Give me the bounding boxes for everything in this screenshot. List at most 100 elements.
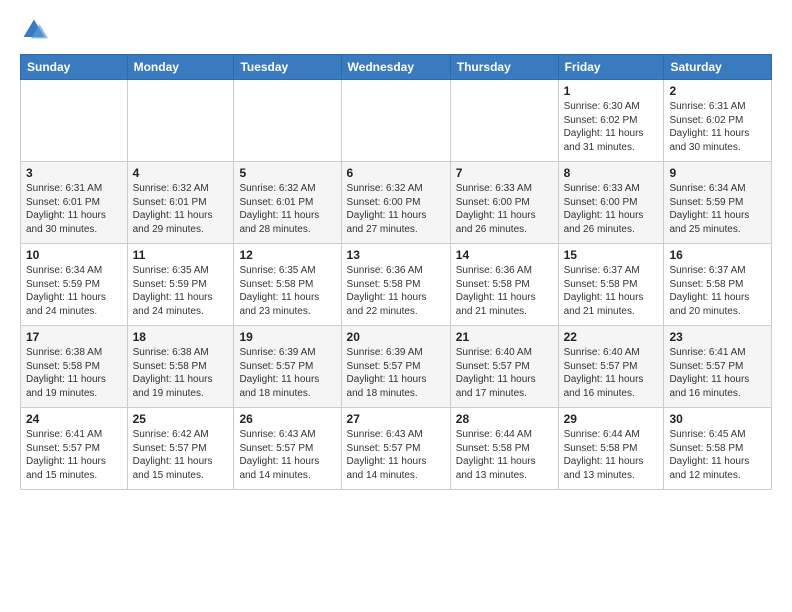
calendar-cell	[341, 80, 450, 162]
calendar-week-1: 1 Sunrise: 6:30 AM Sunset: 6:02 PM Daylig…	[21, 80, 772, 162]
calendar-cell: 15 Sunrise: 6:37 AM Sunset: 5:58 PM Dayli…	[558, 244, 664, 326]
day-number: 20	[347, 330, 445, 344]
calendar-cell: 21 Sunrise: 6:40 AM Sunset: 5:57 PM Dayli…	[450, 326, 558, 408]
day-info: Sunrise: 6:41 AM Sunset: 5:57 PM Dayligh…	[26, 428, 122, 482]
calendar-cell: 5 Sunrise: 6:32 AM Sunset: 6:01 PM Daylig…	[234, 162, 341, 244]
day-info: Sunrise: 6:33 AM Sunset: 6:00 PM Dayligh…	[564, 182, 659, 236]
day-number: 5	[239, 166, 335, 180]
day-info: Sunrise: 6:30 AM Sunset: 6:02 PM Dayligh…	[564, 100, 659, 154]
day-number: 25	[133, 412, 229, 426]
day-info: Sunrise: 6:37 AM Sunset: 5:58 PM Dayligh…	[564, 264, 659, 318]
calendar-cell	[21, 80, 128, 162]
day-number: 27	[347, 412, 445, 426]
day-number: 22	[564, 330, 659, 344]
calendar-cell: 14 Sunrise: 6:36 AM Sunset: 5:58 PM Dayli…	[450, 244, 558, 326]
calendar-cell: 29Sunrise: 6:44 AM Sunset: 5:58 PM Dayli…	[558, 408, 664, 490]
day-number: 9	[669, 166, 766, 180]
day-info: Sunrise: 6:43 AM Sunset: 5:57 PM Dayligh…	[347, 428, 445, 482]
weekday-header-saturday: Saturday	[664, 55, 772, 80]
calendar-week-2: 3 Sunrise: 6:31 AM Sunset: 6:01 PM Daylig…	[21, 162, 772, 244]
day-number: 14	[456, 248, 553, 262]
day-info: Sunrise: 6:31 AM Sunset: 6:01 PM Dayligh…	[26, 182, 122, 236]
calendar-cell: 27 Sunrise: 6:43 AM Sunset: 5:57 PM Dayli…	[341, 408, 450, 490]
day-number: 2	[669, 84, 766, 98]
calendar-cell: 18 Sunrise: 6:38 AM Sunset: 5:58 PM Dayli…	[127, 326, 234, 408]
calendar-cell: 22 Sunrise: 6:40 AM Sunset: 5:57 PM Dayli…	[558, 326, 664, 408]
day-number: 4	[133, 166, 229, 180]
day-number: 7	[456, 166, 553, 180]
calendar-cell: 4 Sunrise: 6:32 AM Sunset: 6:01 PM Daylig…	[127, 162, 234, 244]
weekday-header-sunday: Sunday	[21, 55, 128, 80]
day-info: Sunrise: 6:32 AM Sunset: 6:01 PM Dayligh…	[239, 182, 335, 236]
calendar-cell: 13Sunrise: 6:36 AM Sunset: 5:58 PM Dayli…	[341, 244, 450, 326]
day-info: Sunrise: 6:39 AM Sunset: 5:57 PM Dayligh…	[239, 346, 335, 400]
calendar-cell: 1 Sunrise: 6:30 AM Sunset: 6:02 PM Daylig…	[558, 80, 664, 162]
day-info: Sunrise: 6:37 AM Sunset: 5:58 PM Dayligh…	[669, 264, 766, 318]
day-number: 6	[347, 166, 445, 180]
day-info: Sunrise: 6:33 AM Sunset: 6:00 PM Dayligh…	[456, 182, 553, 236]
calendar-cell	[127, 80, 234, 162]
day-info: Sunrise: 6:38 AM Sunset: 5:58 PM Dayligh…	[133, 346, 229, 400]
day-info: Sunrise: 6:40 AM Sunset: 5:57 PM Dayligh…	[564, 346, 659, 400]
day-number: 21	[456, 330, 553, 344]
day-info: Sunrise: 6:32 AM Sunset: 6:00 PM Dayligh…	[347, 182, 445, 236]
calendar: SundayMondayTuesdayWednesdayThursdayFrid…	[20, 54, 772, 490]
calendar-week-3: 10 Sunrise: 6:34 AM Sunset: 5:59 PM Dayli…	[21, 244, 772, 326]
calendar-cell: 28 Sunrise: 6:44 AM Sunset: 5:58 PM Dayli…	[450, 408, 558, 490]
day-info: Sunrise: 6:45 AM Sunset: 5:58 PM Dayligh…	[669, 428, 766, 482]
day-info: Sunrise: 6:39 AM Sunset: 5:57 PM Dayligh…	[347, 346, 445, 400]
calendar-week-4: 17 Sunrise: 6:38 AM Sunset: 5:58 PM Dayli…	[21, 326, 772, 408]
calendar-cell: 30 Sunrise: 6:45 AM Sunset: 5:58 PM Dayli…	[664, 408, 772, 490]
day-info: Sunrise: 6:44 AM Sunset: 5:58 PM Dayligh…	[564, 428, 659, 482]
day-info: Sunrise: 6:36 AM Sunset: 5:58 PM Dayligh…	[456, 264, 553, 318]
calendar-body: 1 Sunrise: 6:30 AM Sunset: 6:02 PM Daylig…	[21, 80, 772, 490]
weekday-header-tuesday: Tuesday	[234, 55, 341, 80]
logo	[20, 16, 52, 44]
calendar-cell: 11Sunrise: 6:35 AM Sunset: 5:59 PM Dayli…	[127, 244, 234, 326]
day-number: 15	[564, 248, 659, 262]
weekday-header-monday: Monday	[127, 55, 234, 80]
calendar-cell: 25Sunrise: 6:42 AM Sunset: 5:57 PM Dayli…	[127, 408, 234, 490]
calendar-cell: 8 Sunrise: 6:33 AM Sunset: 6:00 PM Daylig…	[558, 162, 664, 244]
calendar-cell: 12Sunrise: 6:35 AM Sunset: 5:58 PM Dayli…	[234, 244, 341, 326]
calendar-cell	[234, 80, 341, 162]
day-info: Sunrise: 6:43 AM Sunset: 5:57 PM Dayligh…	[239, 428, 335, 482]
calendar-cell: 6 Sunrise: 6:32 AM Sunset: 6:00 PM Daylig…	[341, 162, 450, 244]
day-number: 28	[456, 412, 553, 426]
day-number: 18	[133, 330, 229, 344]
calendar-week-5: 24 Sunrise: 6:41 AM Sunset: 5:57 PM Dayli…	[21, 408, 772, 490]
day-info: Sunrise: 6:32 AM Sunset: 6:01 PM Dayligh…	[133, 182, 229, 236]
calendar-cell: 23 Sunrise: 6:41 AM Sunset: 5:57 PM Dayli…	[664, 326, 772, 408]
day-number: 1	[564, 84, 659, 98]
day-info: Sunrise: 6:40 AM Sunset: 5:57 PM Dayligh…	[456, 346, 553, 400]
weekday-header-friday: Friday	[558, 55, 664, 80]
weekday-header-thursday: Thursday	[450, 55, 558, 80]
calendar-cell: 20 Sunrise: 6:39 AM Sunset: 5:57 PM Dayli…	[341, 326, 450, 408]
calendar-cell: 17Sunrise: 6:38 AM Sunset: 5:58 PM Dayli…	[21, 326, 128, 408]
calendar-cell: 10 Sunrise: 6:34 AM Sunset: 5:59 PM Dayli…	[21, 244, 128, 326]
calendar-cell: 24 Sunrise: 6:41 AM Sunset: 5:57 PM Dayli…	[21, 408, 128, 490]
day-info: Sunrise: 6:34 AM Sunset: 5:59 PM Dayligh…	[26, 264, 122, 318]
calendar-cell: 19 Sunrise: 6:39 AM Sunset: 5:57 PM Dayli…	[234, 326, 341, 408]
calendar-cell: 3 Sunrise: 6:31 AM Sunset: 6:01 PM Daylig…	[21, 162, 128, 244]
day-number: 17	[26, 330, 122, 344]
day-number: 11	[133, 248, 229, 262]
day-number: 26	[239, 412, 335, 426]
day-number: 23	[669, 330, 766, 344]
day-number: 8	[564, 166, 659, 180]
day-number: 16	[669, 248, 766, 262]
day-info: Sunrise: 6:35 AM Sunset: 5:58 PM Dayligh…	[239, 264, 335, 318]
weekday-header-wednesday: Wednesday	[341, 55, 450, 80]
day-number: 3	[26, 166, 122, 180]
day-info: Sunrise: 6:44 AM Sunset: 5:58 PM Dayligh…	[456, 428, 553, 482]
day-info: Sunrise: 6:41 AM Sunset: 5:57 PM Dayligh…	[669, 346, 766, 400]
calendar-cell: 7 Sunrise: 6:33 AM Sunset: 6:00 PM Daylig…	[450, 162, 558, 244]
day-number: 30	[669, 412, 766, 426]
calendar-cell: 16 Sunrise: 6:37 AM Sunset: 5:58 PM Dayli…	[664, 244, 772, 326]
day-number: 19	[239, 330, 335, 344]
day-number: 24	[26, 412, 122, 426]
day-number: 13	[347, 248, 445, 262]
calendar-cell: 26 Sunrise: 6:43 AM Sunset: 5:57 PM Dayli…	[234, 408, 341, 490]
calendar-header: SundayMondayTuesdayWednesdayThursdayFrid…	[21, 55, 772, 80]
day-number: 10	[26, 248, 122, 262]
